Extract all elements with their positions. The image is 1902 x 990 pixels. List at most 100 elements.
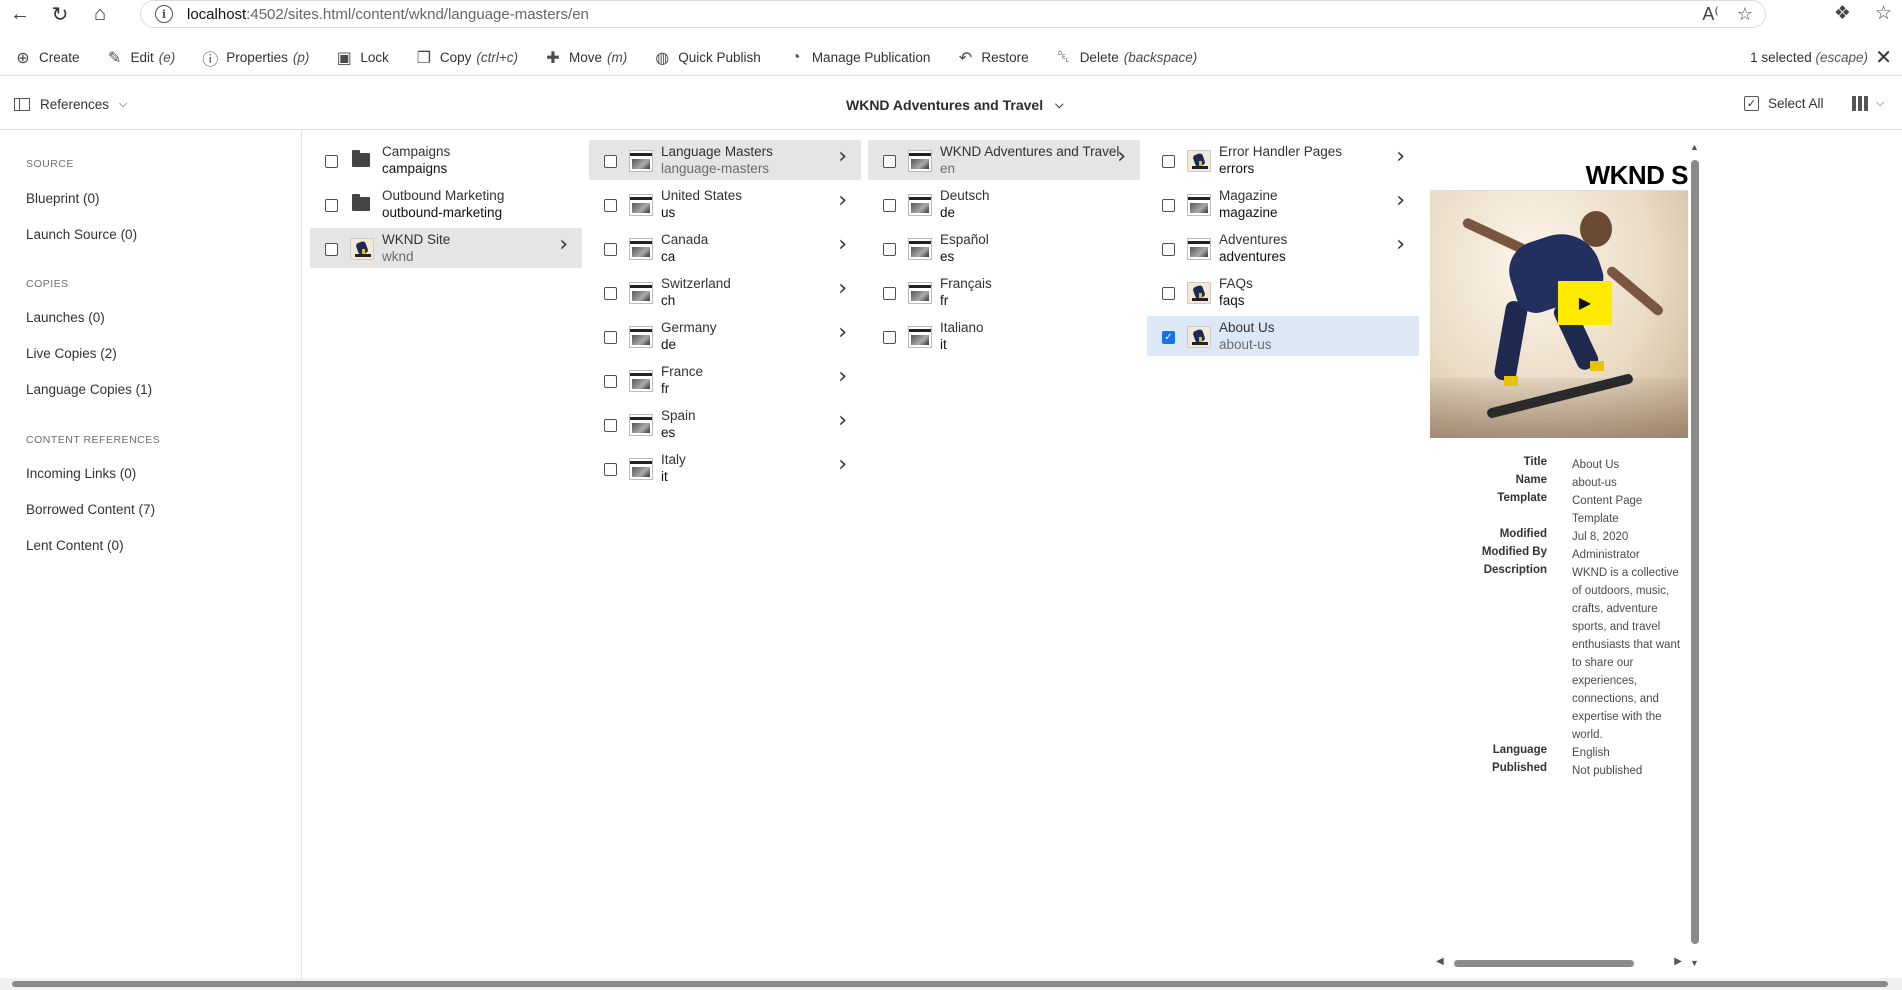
edit-button[interactable]: ✎ Edit (e) xyxy=(107,48,175,68)
site-info-icon[interactable]: i xyxy=(155,5,173,23)
item-checkbox[interactable] xyxy=(883,331,896,344)
create-button[interactable]: ⊕ Create xyxy=(15,48,80,68)
preview-horizontal-scrollbar[interactable]: ◀ ▶ xyxy=(1430,956,1688,970)
play-icon[interactable]: ▶ xyxy=(1558,281,1612,325)
scroll-up-icon[interactable]: ▲ xyxy=(1690,142,1699,152)
column-item[interactable]: FAQs faqs xyxy=(1147,272,1419,312)
lock-button[interactable]: ▣ Lock xyxy=(336,48,389,68)
properties-button[interactable]: ⓘ Properties (p) xyxy=(202,46,309,70)
read-aloud-icon[interactable]: A⁽ xyxy=(1702,4,1718,25)
scroll-right-icon[interactable]: ▶ xyxy=(1674,956,1682,967)
column-item[interactable]: Magazine magazine › xyxy=(1147,184,1419,224)
scrollbar-thumb[interactable] xyxy=(1691,160,1699,944)
delete-button[interactable]: ␡ Delete (backspace) xyxy=(1056,49,1197,67)
item-checkbox[interactable] xyxy=(325,199,338,212)
manage-publication-button[interactable]: ◔ Manage Publication xyxy=(788,49,930,67)
home-icon[interactable]: ⌂ xyxy=(80,0,120,28)
select-all-button[interactable]: ✓ Select All xyxy=(1744,96,1824,111)
chevron-right-icon[interactable]: › xyxy=(1396,232,1405,257)
column-item[interactable]: Language Masters language-masters › xyxy=(589,140,861,180)
chevron-right-icon[interactable]: › xyxy=(838,320,847,345)
launches-link[interactable]: Launches (0) xyxy=(26,310,105,325)
column-item[interactable]: Canada ca › xyxy=(589,228,861,268)
column-item[interactable]: Italy it › xyxy=(589,448,861,488)
item-checkbox[interactable] xyxy=(604,155,617,168)
live-copies-link[interactable]: Live Copies (2) xyxy=(26,346,117,361)
extensions-icon[interactable]: ❖ xyxy=(1834,2,1851,25)
lent-content-link[interactable]: Lent Content (0) xyxy=(26,538,124,553)
item-checkbox[interactable]: ✓ xyxy=(1162,331,1175,344)
breadcrumb-title[interactable]: WKND Adventures and Travel ⌵ xyxy=(846,97,1063,113)
chevron-right-icon[interactable]: › xyxy=(838,408,847,433)
item-checkbox[interactable] xyxy=(604,199,617,212)
column-item[interactable]: Switzerland ch › xyxy=(589,272,861,312)
column-item[interactable]: United States us › xyxy=(589,184,861,224)
chevron-right-icon[interactable]: › xyxy=(838,452,847,477)
column-item[interactable]: WKND Site wknd › xyxy=(310,228,582,268)
column-item[interactable]: Spain es › xyxy=(589,404,861,444)
scroll-left-icon[interactable]: ◀ xyxy=(1436,956,1444,967)
item-checkbox[interactable] xyxy=(1162,243,1175,256)
address-bar[interactable]: i localhost :4502/sites.html/content/wkn… xyxy=(140,0,1766,28)
item-checkbox[interactable] xyxy=(1162,155,1175,168)
chevron-right-icon[interactable]: › xyxy=(838,232,847,257)
borrowed-content-link[interactable]: Borrowed Content (7) xyxy=(26,502,155,517)
favorites-icon[interactable]: ☆ xyxy=(1875,2,1892,25)
page-horizontal-scrollbar[interactable] xyxy=(0,978,1902,990)
chevron-right-icon[interactable]: › xyxy=(1396,144,1405,169)
favorite-star-icon[interactable]: ☆ xyxy=(1737,4,1753,25)
column-item[interactable]: Outbound Marketing outbound-marketing xyxy=(310,184,582,224)
blueprint-link[interactable]: Blueprint (0) xyxy=(26,191,100,206)
chevron-right-icon[interactable]: › xyxy=(838,144,847,169)
incoming-links-link[interactable]: Incoming Links (0) xyxy=(26,466,136,481)
chevron-right-icon[interactable]: › xyxy=(1396,188,1405,213)
item-checkbox[interactable] xyxy=(604,287,617,300)
scrollbar-thumb[interactable] xyxy=(12,981,1888,987)
reload-icon[interactable]: ↻ xyxy=(40,0,80,28)
launch-source-link[interactable]: Launch Source (0) xyxy=(26,227,137,242)
column-item[interactable]: ✓ About Us about-us xyxy=(1147,316,1419,356)
chevron-right-icon[interactable]: › xyxy=(1117,144,1126,169)
column-item[interactable]: Campaigns campaigns xyxy=(310,140,582,180)
column-item[interactable]: Français fr xyxy=(868,272,1140,312)
column-item[interactable]: Español es xyxy=(868,228,1140,268)
item-checkbox[interactable] xyxy=(604,463,617,476)
restore-button[interactable]: ↶ Restore xyxy=(957,48,1029,68)
scroll-down-icon[interactable]: ▼ xyxy=(1690,958,1699,968)
column-item[interactable]: Deutsch de xyxy=(868,184,1140,224)
item-checkbox[interactable] xyxy=(604,331,617,344)
preview-vertical-scrollbar[interactable]: ▲ ▼ xyxy=(1690,142,1700,968)
quick-publish-button[interactable]: ◍ Quick Publish xyxy=(654,48,761,68)
item-checkbox[interactable] xyxy=(1162,199,1175,212)
copy-button[interactable]: ❐ Copy (ctrl+c) xyxy=(416,48,518,68)
chevron-right-icon[interactable]: › xyxy=(559,232,568,257)
references-button[interactable]: References ⌵ xyxy=(14,97,127,112)
item-checkbox[interactable] xyxy=(604,419,617,432)
column-item[interactable]: Adventures adventures › xyxy=(1147,228,1419,268)
item-checkbox[interactable] xyxy=(883,243,896,256)
move-button[interactable]: ✚ Move (m) xyxy=(545,48,627,68)
item-checkbox[interactable] xyxy=(1162,287,1175,300)
chevron-right-icon[interactable]: › xyxy=(838,276,847,301)
view-switcher[interactable]: ⌵ xyxy=(1852,96,1884,111)
chevron-right-icon[interactable]: › xyxy=(838,188,847,213)
item-checkbox[interactable] xyxy=(604,375,617,388)
column-item[interactable]: WKND Adventures and Travel en › xyxy=(868,140,1140,180)
item-checkbox[interactable] xyxy=(883,287,896,300)
column-item[interactable]: France fr › xyxy=(589,360,861,400)
column-item[interactable]: Germany de › xyxy=(589,316,861,356)
item-checkbox[interactable] xyxy=(883,199,896,212)
item-checkbox[interactable] xyxy=(325,155,338,168)
item-checkbox[interactable] xyxy=(325,243,338,256)
item-checkbox[interactable] xyxy=(604,243,617,256)
action-label: Create xyxy=(39,50,80,65)
chevron-right-icon[interactable]: › xyxy=(838,364,847,389)
back-icon[interactable]: ← xyxy=(0,0,40,28)
selection-count[interactable]: 1 selected (escape) xyxy=(1750,50,1868,65)
item-checkbox[interactable] xyxy=(883,155,896,168)
close-selection-icon[interactable]: ✕ xyxy=(1875,45,1892,70)
column-item[interactable]: Error Handler Pages errors › xyxy=(1147,140,1419,180)
language-copies-link[interactable]: Language Copies (1) xyxy=(26,382,152,397)
scrollbar-thumb[interactable] xyxy=(1454,960,1634,967)
column-item[interactable]: Italiano it xyxy=(868,316,1140,356)
